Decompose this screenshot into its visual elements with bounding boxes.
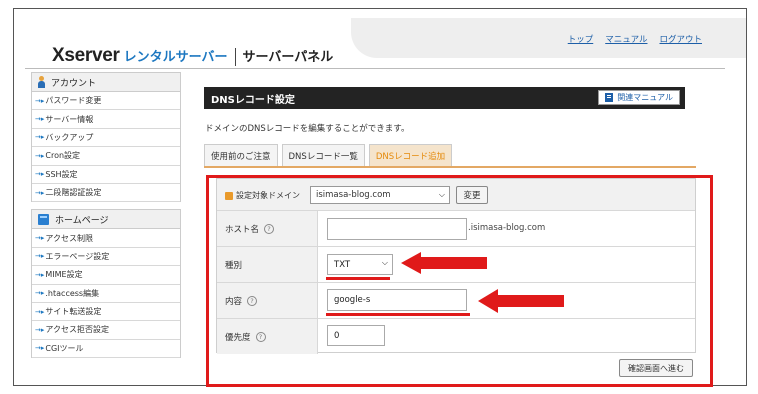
arrow-icon: →▸ [35, 234, 45, 243]
sidebar-item-cgi[interactable]: →▸ CGIツール [32, 340, 180, 359]
related-manual-button[interactable]: 関連マニュアル [598, 90, 680, 105]
page-title-bar: DNSレコード設定 関連マニュアル [204, 87, 685, 109]
sidebar-item-label: 二段階認証設定 [45, 188, 102, 198]
sidebar-item-ssh[interactable]: →▸ SSH設定 [32, 166, 180, 184]
sidebar-section-title: アカウント [51, 78, 97, 89]
top-link[interactable]: トップ [568, 33, 594, 45]
sidebar-item-password[interactable]: →▸ パスワード変更 [32, 92, 180, 111]
logo-rental-server: レンタルサーバー [123, 50, 228, 65]
sidebar-section-title: ホームページ [55, 215, 109, 226]
account-menu: →▸ パスワード変更 →▸ サーバー情報 →▸ バックアップ →▸ Cron設定 →▸ S… [31, 92, 181, 203]
logo-divider [234, 48, 236, 66]
sidebar-item-error-page[interactable]: →▸ エラーページ設定 [32, 248, 180, 267]
sidebar-item-label: エラーページ設定 [45, 251, 110, 261]
sidebar-item-label: CGIツール [45, 343, 84, 353]
sidebar-item-label: サイト転送設定 [45, 307, 102, 317]
arrow-icon: →▸ [35, 133, 45, 142]
type-underline-annotation [326, 277, 390, 280]
logo-server-panel: サーバーパネル [242, 50, 334, 65]
sidebar-item-access-deny[interactable]: →▸ アクセス拒否設定 [32, 321, 180, 340]
highlight-box [206, 175, 713, 387]
arrow-icon: →▸ [35, 115, 45, 124]
book-icon [605, 93, 614, 102]
page-title: DNSレコード設定 [211, 94, 295, 106]
tab-underline [204, 166, 696, 168]
arrow-left-icon [478, 289, 564, 313]
sidebar: アカウント →▸ パスワード変更 →▸ サーバー情報 →▸ バックアップ →▸ Cron… [31, 72, 181, 359]
arrow-icon: →▸ [35, 307, 45, 316]
tab-record-list[interactable]: DNSレコード一覧 [281, 144, 365, 166]
arrow-icon: →▸ [35, 170, 45, 179]
sidebar-item-2fa[interactable]: →▸ 二段階認証設定 [32, 184, 180, 203]
arrow-icon: →▸ [35, 270, 45, 279]
sidebar-item-mime[interactable]: →▸ MIME設定 [32, 266, 180, 285]
logout-link[interactable]: ログアウト [659, 33, 702, 45]
page-description: ドメインのDNSレコードを編集することができます。 [205, 124, 410, 134]
sidebar-section-account: アカウント [31, 72, 181, 92]
sidebar-item-label: バックアップ [45, 132, 94, 142]
sidebar-item-access-limit[interactable]: →▸ アクセス制限 [32, 229, 180, 248]
manual-button-label: 関連マニュアル [617, 93, 673, 102]
sidebar-item-label: アクセス拒否設定 [45, 325, 109, 335]
homepage-icon [38, 213, 49, 225]
sidebar-item-label: SSH設定 [45, 169, 78, 179]
arrow-icon: →▸ [35, 96, 45, 105]
manual-link[interactable]: マニュアル [605, 33, 647, 45]
content-underline-annotation [326, 313, 470, 316]
xserver-logo: Xserver レンタルサーバー サーバーパネル [52, 45, 333, 69]
arrow-icon: →▸ [35, 151, 45, 160]
sidebar-item-label: Cron設定 [45, 151, 81, 161]
arrow-icon: →▸ [35, 252, 45, 261]
logo-brand: Xserver [52, 45, 120, 66]
sidebar-item-server-info[interactable]: →▸ サーバー情報 [32, 110, 180, 129]
arrow-icon: →▸ [35, 344, 45, 353]
sidebar-item-label: .htaccess編集 [45, 288, 100, 298]
account-icon [38, 76, 45, 88]
homepage-menu: →▸ アクセス制限 →▸ エラーページ設定 →▸ MIME設定 →▸ .htaccess… [31, 229, 181, 359]
sidebar-section-homepage: ホームページ [31, 209, 181, 230]
arrow-icon: →▸ [35, 289, 45, 298]
sidebar-item-label: アクセス制限 [45, 233, 93, 243]
arrow-icon: →▸ [35, 188, 45, 197]
sidebar-item-cron[interactable]: →▸ Cron設定 [32, 147, 180, 166]
tab-notice[interactable]: 使用前のご注意 [204, 144, 278, 166]
sidebar-item-label: MIME設定 [45, 270, 83, 280]
sidebar-item-redirect[interactable]: →▸ サイト転送設定 [32, 303, 180, 322]
arrow-icon: →▸ [35, 325, 45, 334]
tab-record-add[interactable]: DNSレコード追加 [368, 144, 453, 166]
sidebar-item-label: パスワード変更 [45, 96, 102, 106]
top-links: トップ マニュアル ログアウト [568, 33, 702, 45]
sidebar-item-htaccess[interactable]: →▸ .htaccess編集 [32, 285, 180, 303]
header-divider [25, 68, 725, 69]
sidebar-item-backup[interactable]: →▸ バックアップ [32, 129, 180, 148]
arrow-left-icon [401, 252, 487, 274]
tab-bar: 使用前のご注意 DNSレコード一覧 DNSレコード追加 [204, 144, 453, 166]
sidebar-item-label: サーバー情報 [45, 114, 94, 124]
